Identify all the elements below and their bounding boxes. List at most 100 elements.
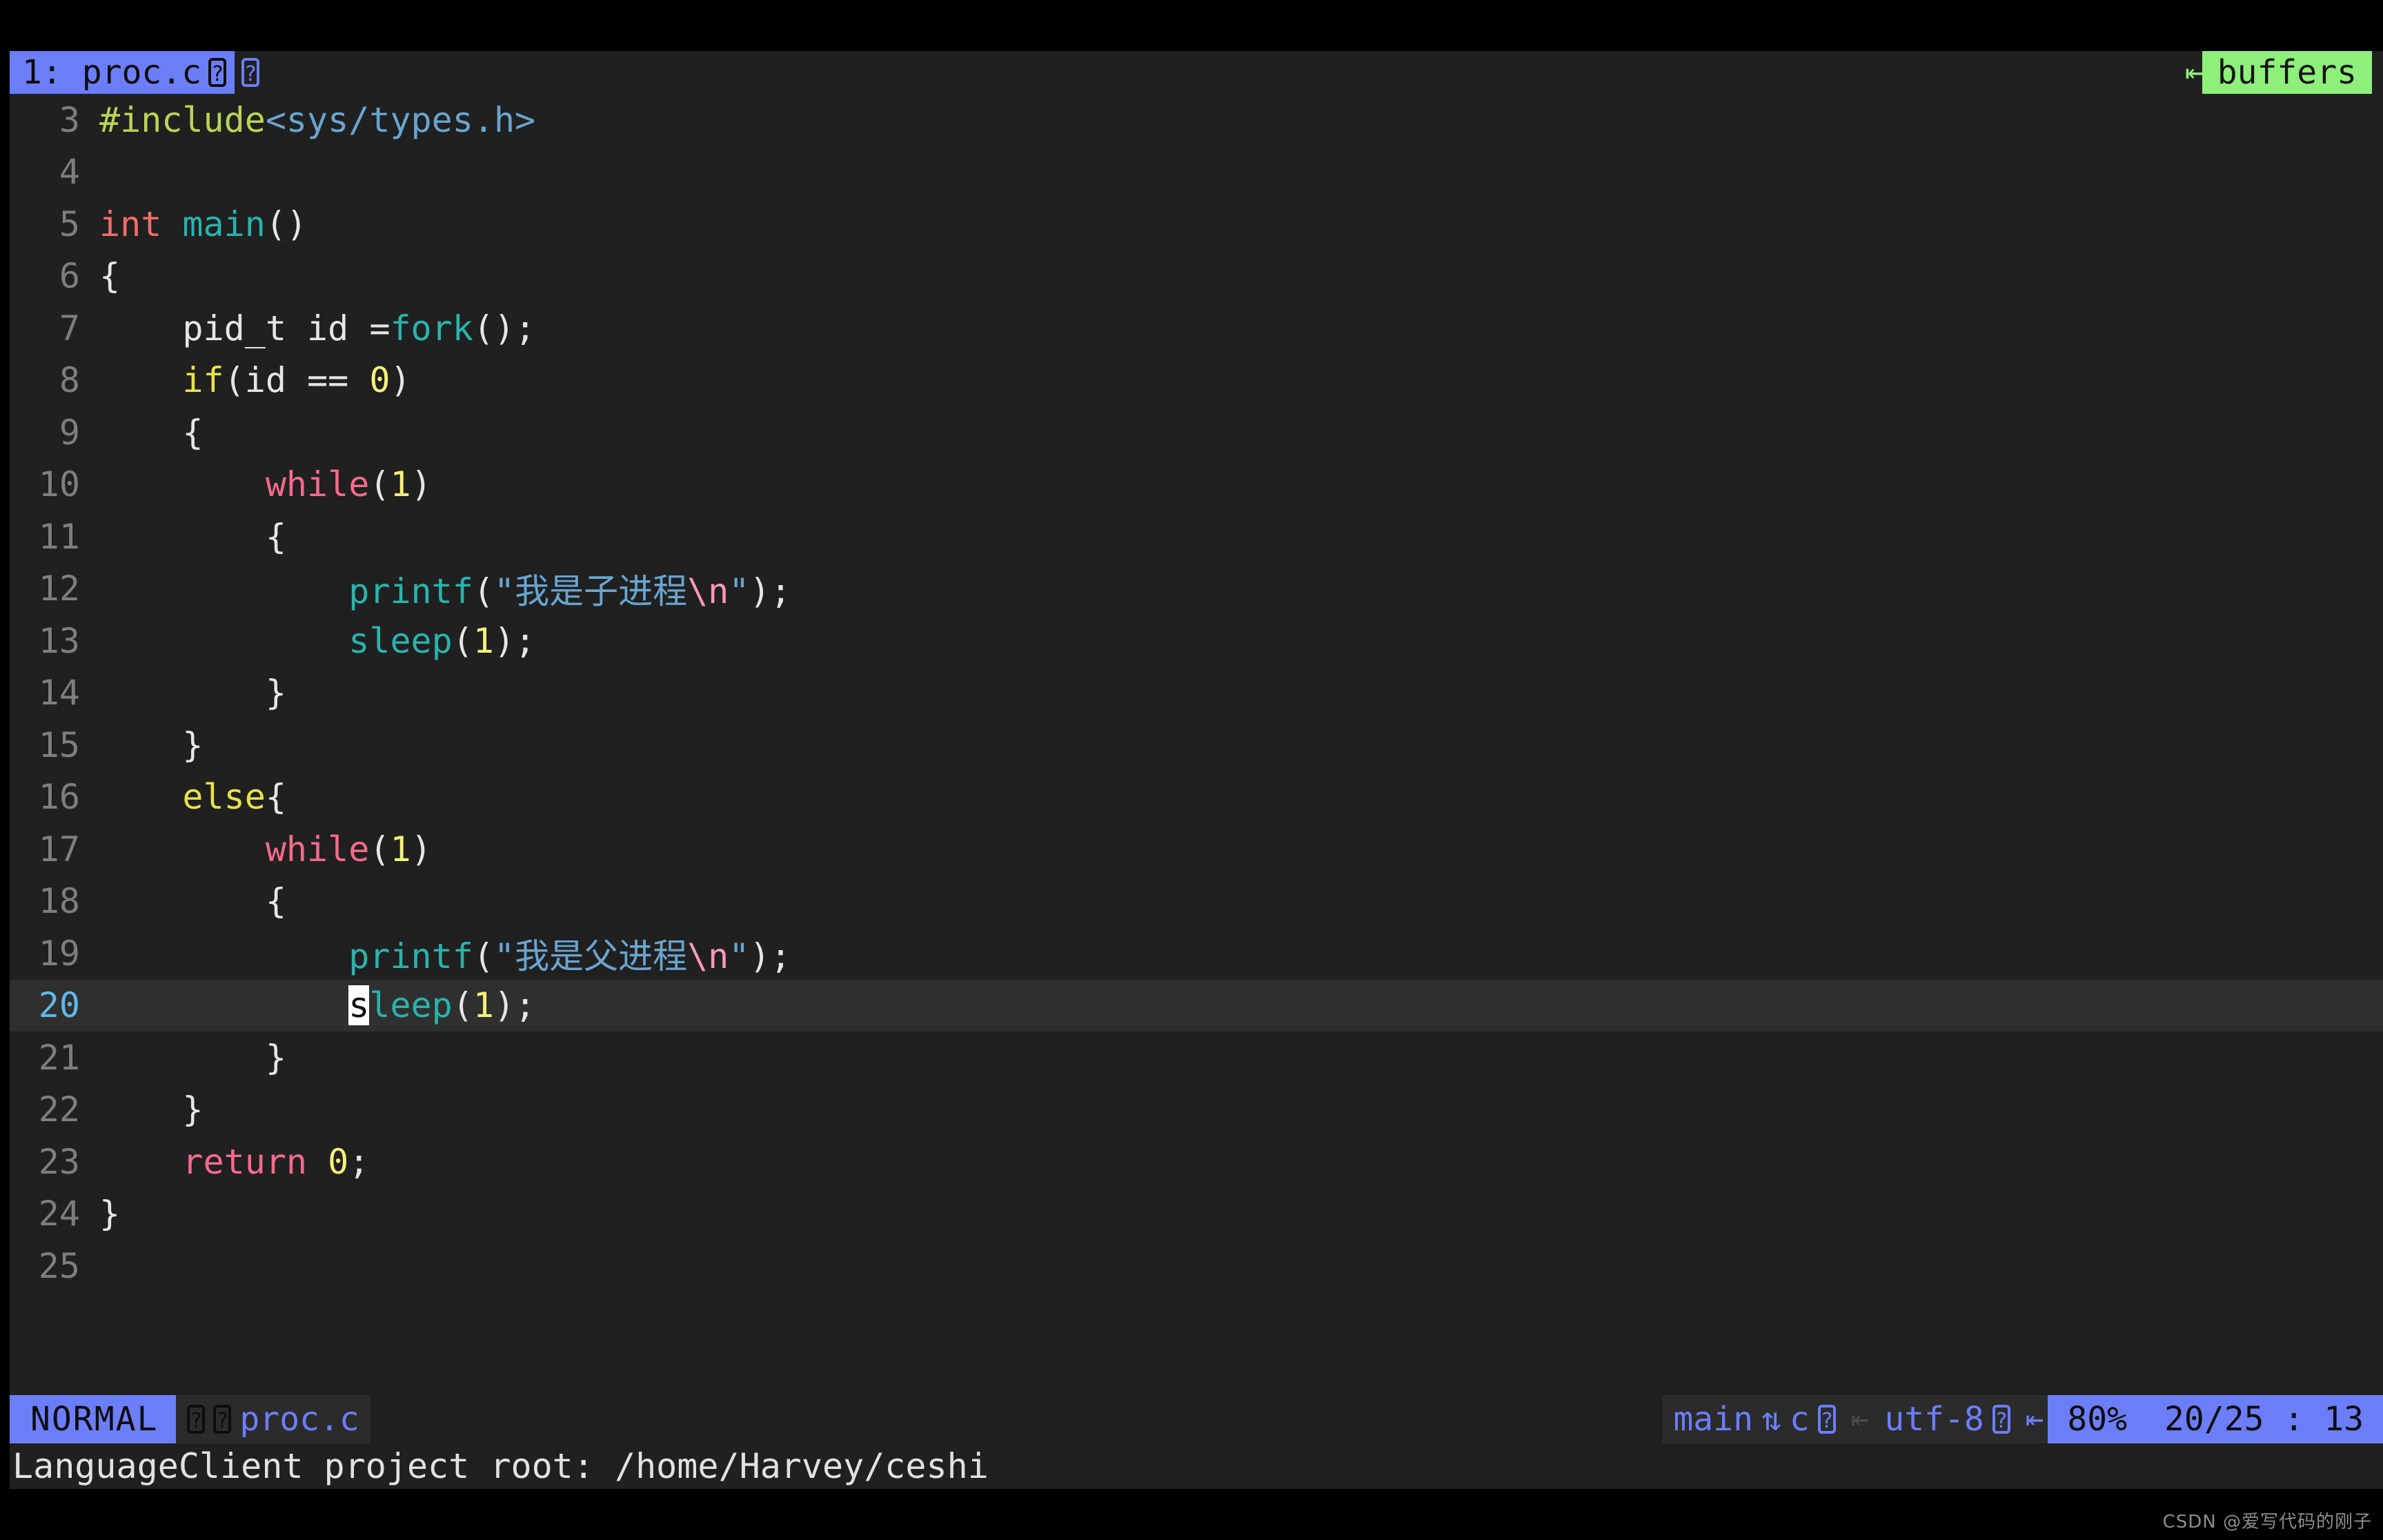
updown-arrows-icon: ⇅ bbox=[1761, 1400, 1781, 1439]
line-number: 8 bbox=[59, 360, 80, 401]
code-line-text: { bbox=[91, 412, 204, 453]
code-line-text: { bbox=[91, 881, 286, 921]
code-line[interactable]: 7 pid_t id =fork(); bbox=[10, 302, 2383, 355]
status-percent: 80% bbox=[2067, 1400, 2128, 1439]
code-token: \n bbox=[687, 571, 729, 612]
code-line-text: #include<sys/types.h> bbox=[91, 100, 535, 140]
code-line[interactable]: 9 { bbox=[10, 406, 2383, 459]
code-line[interactable]: 23 return 0; bbox=[10, 1136, 2383, 1188]
line-number: 6 bbox=[59, 256, 80, 297]
code-token: (id == bbox=[224, 360, 370, 401]
code-token: return bbox=[182, 1141, 308, 1182]
code-line[interactable]: 5 int main() bbox=[10, 198, 2383, 250]
line-number: 7 bbox=[59, 308, 80, 348]
code-line-text: { bbox=[91, 256, 120, 296]
code-line[interactable]: 4 bbox=[10, 146, 2383, 199]
code-token: ) bbox=[390, 360, 411, 401]
code-line-text: while(1) bbox=[91, 464, 432, 504]
code-token: ( bbox=[473, 936, 494, 976]
line-number: 18 bbox=[38, 881, 80, 922]
code-line-text: else{ bbox=[91, 777, 286, 817]
code-line[interactable]: 6{ bbox=[10, 250, 2383, 303]
statusline-spacer bbox=[370, 1395, 1663, 1443]
code-line-text: while(1) bbox=[91, 829, 432, 869]
line-number: 20 bbox=[38, 985, 80, 1026]
code-token: 1 bbox=[473, 620, 494, 661]
line-number: 15 bbox=[38, 724, 80, 765]
code-line[interactable]: 21 } bbox=[10, 1031, 2383, 1084]
code-line[interactable]: 17 while(1) bbox=[10, 823, 2383, 876]
code-token: #include bbox=[99, 99, 266, 140]
code-token: 0 bbox=[328, 1141, 349, 1182]
code-token: { bbox=[99, 881, 286, 922]
code-token: (); bbox=[473, 308, 536, 348]
code-token: leep bbox=[369, 985, 453, 1026]
buffers-indicator[interactable]: ⇤ buffers bbox=[2185, 51, 2383, 94]
code-token: pid_t id = bbox=[99, 308, 390, 348]
code-token: 1 bbox=[390, 464, 411, 505]
code-line[interactable]: 3 #include<sys/types.h> bbox=[10, 94, 2383, 146]
code-token: () bbox=[265, 204, 308, 244]
code-token: sleep bbox=[348, 620, 453, 661]
code-token: "我是子进程 bbox=[493, 571, 688, 612]
code-line-text: printf("我是父进程\n"); bbox=[91, 929, 791, 978]
code-line[interactable]: 19 printf("我是父进程\n"); bbox=[10, 927, 2383, 980]
command-message-line: LanguageClient project root: /home/Harve… bbox=[10, 1443, 2383, 1489]
tab-proc-c[interactable]: 1: proc.c ? bbox=[10, 51, 235, 94]
code-line-current[interactable]: 20 sleep(1); bbox=[10, 979, 2383, 1031]
left-arrow-separator-icon: ⇤ bbox=[1850, 1401, 1870, 1437]
code-token: ) bbox=[411, 829, 432, 869]
code-token: ); bbox=[493, 985, 536, 1026]
code-line[interactable]: 14 } bbox=[10, 667, 2383, 720]
line-number: 3 bbox=[59, 99, 80, 140]
code-token: 1 bbox=[390, 829, 411, 869]
code-token: { bbox=[99, 412, 204, 453]
unknown-glyph-icon: ? bbox=[1992, 1405, 2010, 1434]
code-token: } bbox=[99, 673, 286, 713]
line-number: 4 bbox=[59, 152, 80, 192]
code-editor-pane[interactable]: 3 #include<sys/types.h> 4 5 int main() 6{7 pi… bbox=[10, 94, 2383, 1395]
code-token: } bbox=[99, 1089, 204, 1130]
code-line[interactable]: 13 sleep(1); bbox=[10, 615, 2383, 667]
status-line-col: 20/25 : 13 bbox=[2164, 1400, 2364, 1439]
code-token: } bbox=[99, 1194, 121, 1234]
code-token: ); bbox=[749, 571, 791, 612]
code-line[interactable]: 22 } bbox=[10, 1084, 2383, 1136]
code-line[interactable]: 24} bbox=[10, 1188, 2383, 1241]
status-git-segment[interactable]: main ⇅ c ? bbox=[1662, 1395, 1846, 1443]
code-token: printf bbox=[348, 571, 473, 612]
line-number: 21 bbox=[38, 1037, 80, 1078]
code-line[interactable]: 15 } bbox=[10, 719, 2383, 771]
status-encoding: utf-8 bbox=[1884, 1400, 1984, 1439]
code-line[interactable]: 25 bbox=[10, 1240, 2383, 1292]
code-token: while bbox=[265, 464, 370, 505]
status-encoding-segment[interactable]: utf-8 ? bbox=[1873, 1395, 2021, 1443]
line-number: 19 bbox=[38, 933, 80, 974]
code-token: " bbox=[729, 936, 750, 976]
statusline: NORMAL ? ? proc.c main ⇅ c ? ⇤ utf-8 ? ⇤… bbox=[10, 1395, 2383, 1443]
code-line[interactable]: 11 { bbox=[10, 511, 2383, 563]
unknown-glyph-icon: ? bbox=[1817, 1405, 1836, 1434]
code-line[interactable]: 16 else{ bbox=[10, 771, 2383, 824]
code-token: ( bbox=[473, 571, 494, 612]
code-line[interactable]: 8 if(id == 0) bbox=[10, 355, 2383, 407]
code-line-text: printf("我是子进程\n"); bbox=[91, 564, 791, 613]
code-line-text: } bbox=[91, 673, 286, 713]
code-line[interactable]: 10 while(1) bbox=[10, 459, 2383, 511]
code-token: \n bbox=[687, 936, 729, 976]
code-token: int bbox=[99, 204, 183, 244]
code-line-text: } bbox=[91, 1038, 286, 1078]
text-cursor: s bbox=[348, 985, 370, 1026]
code-line-text: } bbox=[91, 1194, 120, 1234]
code-token: ); bbox=[749, 936, 791, 976]
code-line-text: } bbox=[91, 725, 203, 765]
code-line[interactable]: 18 { bbox=[10, 876, 2383, 928]
status-mode-badge: NORMAL bbox=[10, 1395, 177, 1443]
code-line[interactable]: 12 printf("我是子进程\n"); bbox=[10, 563, 2383, 615]
line-number: 14 bbox=[38, 673, 80, 713]
code-line-text: sleep(1); bbox=[91, 985, 536, 1026]
